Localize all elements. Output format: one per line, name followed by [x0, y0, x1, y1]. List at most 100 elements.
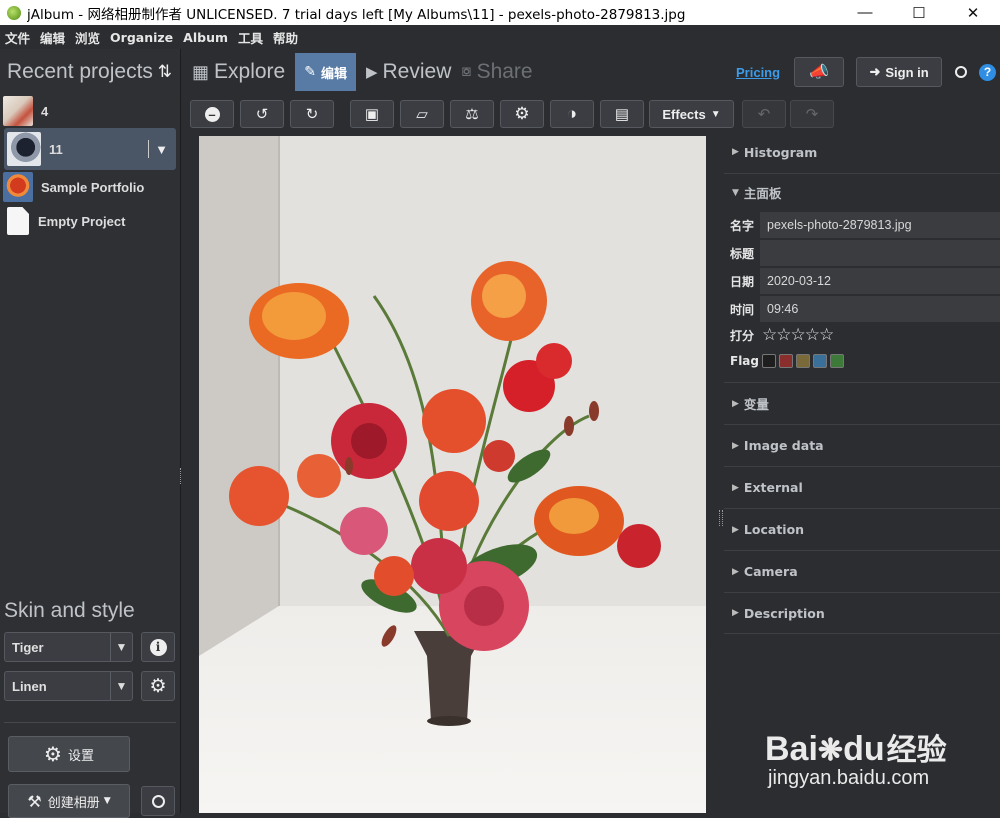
pencil-icon: ✎ — [304, 64, 316, 80]
crop-icon: ▣ — [364, 106, 380, 123]
menu-tools[interactable]: 工具 — [238, 28, 263, 47]
image-icon: ▤ — [614, 106, 630, 123]
image-viewer — [182, 131, 722, 813]
photo-flower-arrangement[interactable] — [199, 136, 706, 813]
adjust-button[interactable]: ⚙ — [500, 100, 544, 128]
project-item-selected[interactable]: 11 ▼ — [4, 128, 176, 170]
camera-section[interactable]: ▶ Camera — [724, 550, 1000, 592]
title-input[interactable] — [760, 240, 1000, 266]
menu-album[interactable]: Album — [183, 30, 228, 45]
help-icon[interactable]: ? — [979, 63, 997, 81]
histogram-section[interactable]: ▶ Histogram — [724, 131, 1000, 173]
project-name: 11 — [49, 141, 63, 157]
section-title: Histogram — [743, 144, 818, 160]
redo-icon: ↷ — [805, 106, 819, 123]
crop-button[interactable]: ▣ — [350, 100, 394, 128]
name-input[interactable]: pexels-photo-2879813.jpg — [760, 212, 1000, 238]
sign-in-icon: ➜ — [869, 64, 881, 79]
sign-in-label: Sign in — [885, 64, 929, 80]
section-title: Image data — [743, 438, 824, 453]
project-item[interactable]: Empty Project — [0, 204, 180, 238]
triangle-right-icon: ▶ — [732, 524, 739, 535]
menu-help[interactable]: 帮助 — [273, 28, 298, 47]
triangle-right-icon: ▶ — [732, 566, 739, 577]
field-flag: Flag — [724, 348, 1000, 374]
straighten-button[interactable]: ⚖ — [450, 100, 494, 128]
flag-color-swatch[interactable] — [796, 354, 810, 368]
triangle-down-icon: ▼ — [732, 187, 739, 198]
field-label: 时间 — [730, 302, 755, 317]
flag-color-swatch[interactable] — [813, 354, 827, 368]
triangle-right-icon: ▶ — [732, 440, 739, 451]
undo-button[interactable]: ↶ — [742, 100, 786, 128]
external-section[interactable]: ▶ External — [724, 466, 1000, 508]
recent-projects-header: Recent projects ⇅ — [0, 49, 180, 94]
pricing-link[interactable]: Pricing — [736, 65, 780, 80]
flag-color-swatch[interactable] — [830, 354, 844, 368]
main-panel-section[interactable]: ▼ 主面板 — [724, 173, 1000, 211]
tab-explore[interactable]: ▦ Explore — [192, 53, 285, 91]
settings-button[interactable]: ⚙ 设置 — [8, 736, 130, 772]
announcements-button[interactable]: 📣 — [794, 57, 845, 87]
flag-color-swatch[interactable] — [762, 354, 776, 368]
section-title: Camera — [743, 564, 798, 579]
left-panel: Recent projects ⇅ 4 11 ▼ Sample Portfoli… — [0, 49, 181, 818]
location-section[interactable]: ▶ Location — [724, 508, 1000, 550]
sort-icon[interactable]: ⇅ — [158, 62, 172, 82]
field-label: 打分 — [730, 329, 755, 343]
menu-view[interactable]: 浏览 — [75, 28, 100, 47]
flag-color-picker[interactable] — [762, 354, 847, 368]
project-item[interactable]: Sample Portfolio — [0, 170, 180, 204]
menu-edit[interactable]: 编辑 — [40, 28, 65, 47]
project-menu-dropdown[interactable]: ▼ — [148, 140, 176, 158]
close-button[interactable]: ✕ — [946, 0, 1000, 25]
image-data-section[interactable]: ▶ Image data — [724, 424, 1000, 466]
contrast-icon: ◑ — [566, 104, 578, 123]
menu-organize[interactable]: Organize — [110, 30, 173, 45]
inspector-panel: ▶ Histogram ▼ 主面板 名字 pexels-photo-287981… — [724, 131, 1000, 813]
project-item[interactable]: 4 — [0, 94, 180, 128]
project-name: 4 — [41, 103, 49, 119]
description-section[interactable]: ▶ Description — [724, 592, 1000, 634]
style-select[interactable]: Linen ▼ — [4, 671, 133, 701]
triangle-right-icon: ▶ — [732, 147, 739, 157]
tab-edit-label: 编辑 — [320, 66, 347, 82]
rating-stars[interactable]: ☆☆☆☆☆ — [762, 327, 834, 344]
undo-icon: ↶ — [757, 106, 771, 123]
perspective-button[interactable]: ▱ — [400, 100, 444, 128]
sign-in-button[interactable]: ➜ Sign in — [856, 57, 943, 87]
menu-file[interactable]: 文件 — [5, 28, 30, 47]
redo-button[interactable]: ↷ — [790, 100, 834, 128]
skin-settings-button[interactable]: ⚙ — [141, 671, 175, 701]
hammer-icon: ⚒ — [27, 791, 42, 811]
search-button[interactable] — [141, 786, 175, 816]
maximize-button[interactable]: ☐ — [892, 0, 946, 25]
tab-review[interactable]: ▶ Review — [366, 53, 451, 91]
tab-edit[interactable]: ✎ 编辑 — [295, 53, 356, 91]
right-splitter-handle[interactable] — [719, 510, 723, 526]
variables-section[interactable]: ▶ 变量 — [724, 382, 1000, 424]
contrast-button[interactable]: ◑ — [550, 100, 594, 128]
date-input[interactable]: 2020-03-12 — [760, 268, 1000, 294]
title-bar: jAlbum - 网络相册制作者 UNLICENSED. 7 trial day… — [0, 0, 1000, 25]
section-title: 变量 — [743, 397, 769, 412]
zoom-out-button[interactable]: – — [190, 100, 234, 128]
skin-info-button[interactable]: i — [141, 632, 175, 662]
skin-select[interactable]: Tiger ▼ — [4, 632, 133, 662]
rotate-left-button[interactable]: ↺ — [240, 100, 284, 128]
flower-photo-graphic — [199, 136, 706, 813]
field-rating: 打分 ☆☆☆☆☆ — [724, 323, 1000, 348]
style-value: Linen — [12, 678, 47, 694]
search-icon[interactable] — [955, 66, 968, 78]
image-filter-button[interactable]: ▤ — [600, 100, 644, 128]
minimize-button[interactable]: — — [838, 0, 892, 25]
perspective-icon: ▱ — [416, 106, 428, 123]
share-icon: ⧇ — [461, 63, 472, 80]
effects-label: Effects — [662, 106, 706, 122]
tab-share[interactable]: ⧇ Share — [461, 53, 532, 91]
rotate-right-button[interactable]: ↻ — [290, 100, 334, 128]
effects-button[interactable]: Effects ▼ — [649, 100, 734, 128]
triangle-right-icon: ▶ — [732, 482, 739, 493]
time-input[interactable]: 09:46 — [760, 296, 1000, 322]
flag-color-swatch[interactable] — [779, 354, 793, 368]
